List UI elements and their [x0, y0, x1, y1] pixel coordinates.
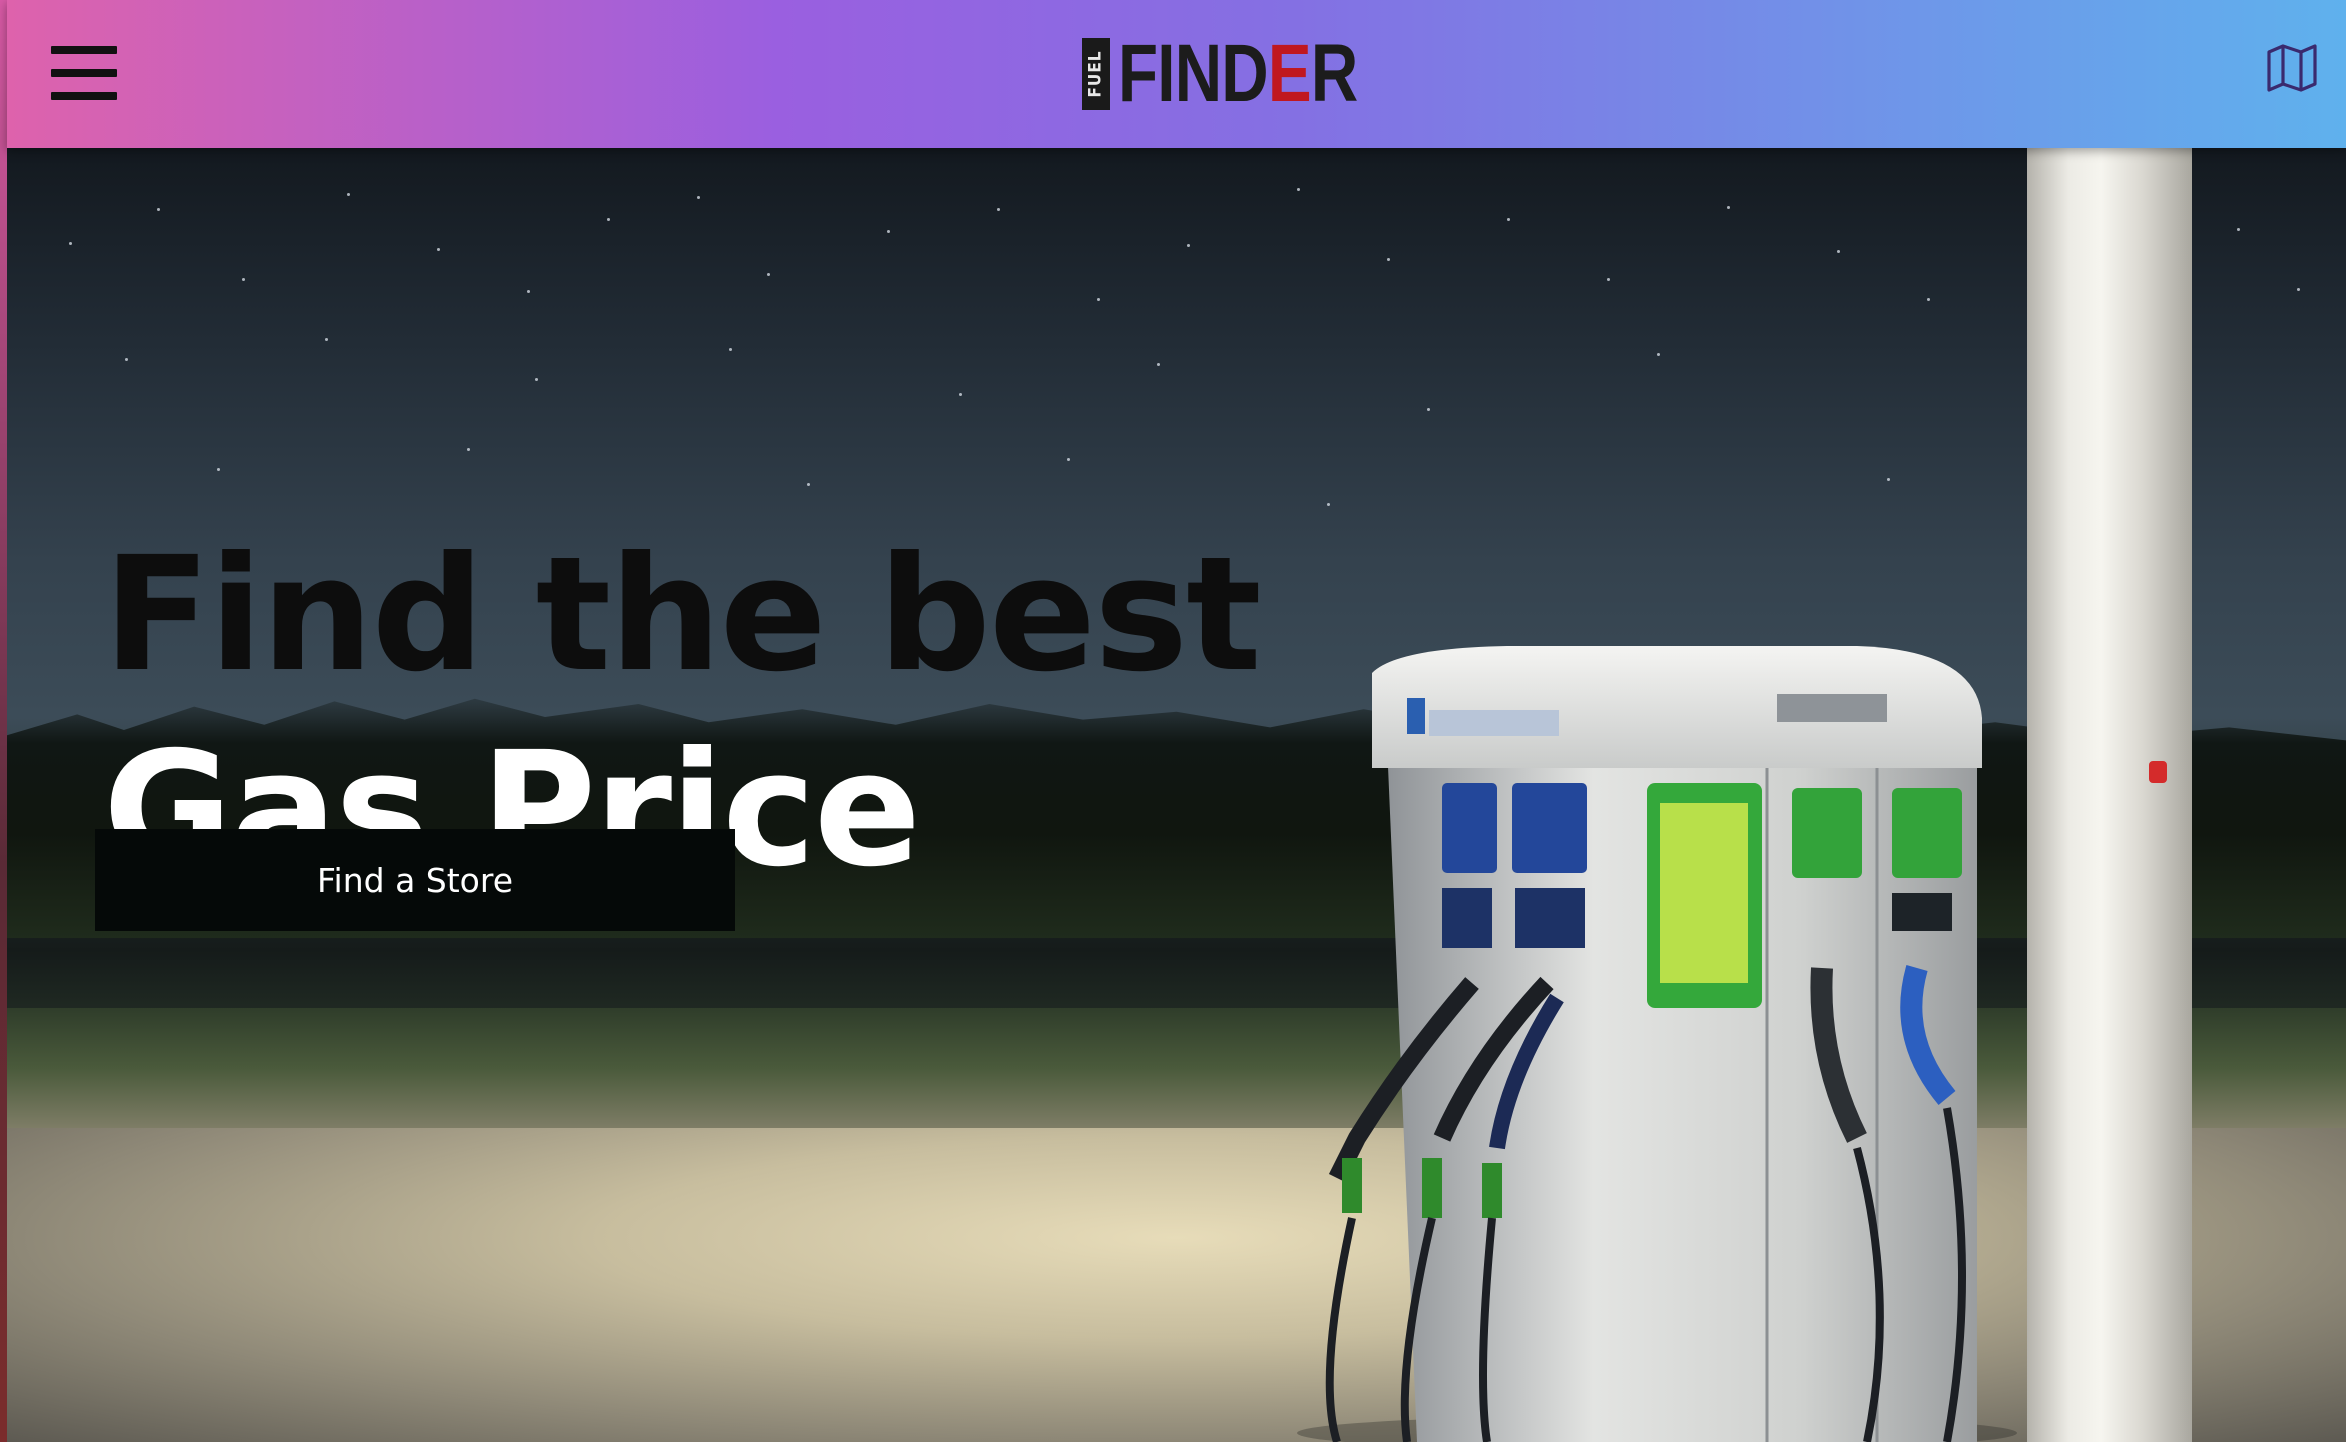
top-navbar: FUEL FINDER: [7, 0, 2346, 148]
pillar-red-light: [2149, 761, 2167, 783]
menu-bar: [51, 46, 117, 54]
logo-text-accent: E: [1267, 28, 1312, 119]
logo-text-prefix: FIND: [1118, 28, 1269, 119]
map-icon[interactable]: [2266, 42, 2318, 94]
fuel-pump-illustration: [1297, 646, 2017, 1442]
logo-text-suffix: R: [1310, 28, 1358, 119]
canopy-pillar: [2027, 148, 2192, 1442]
logo-fuel-tag: FUEL: [1082, 38, 1110, 110]
hero-headline-line1: Find the best: [103, 523, 1262, 707]
menu-bar: [51, 69, 117, 77]
window-edge: [0, 0, 7, 1442]
hamburger-menu-icon[interactable]: [51, 44, 117, 102]
logo-wordmark: FINDER: [1118, 33, 1358, 115]
logo-small-text: FUEL: [1086, 50, 1107, 98]
hero-section: Find the best Gas Price: [7, 148, 2346, 1442]
fuel-finder-logo[interactable]: FUEL FINDER: [1082, 33, 1417, 115]
find-a-store-button[interactable]: Find a Store: [95, 829, 735, 931]
menu-bar: [51, 92, 117, 100]
